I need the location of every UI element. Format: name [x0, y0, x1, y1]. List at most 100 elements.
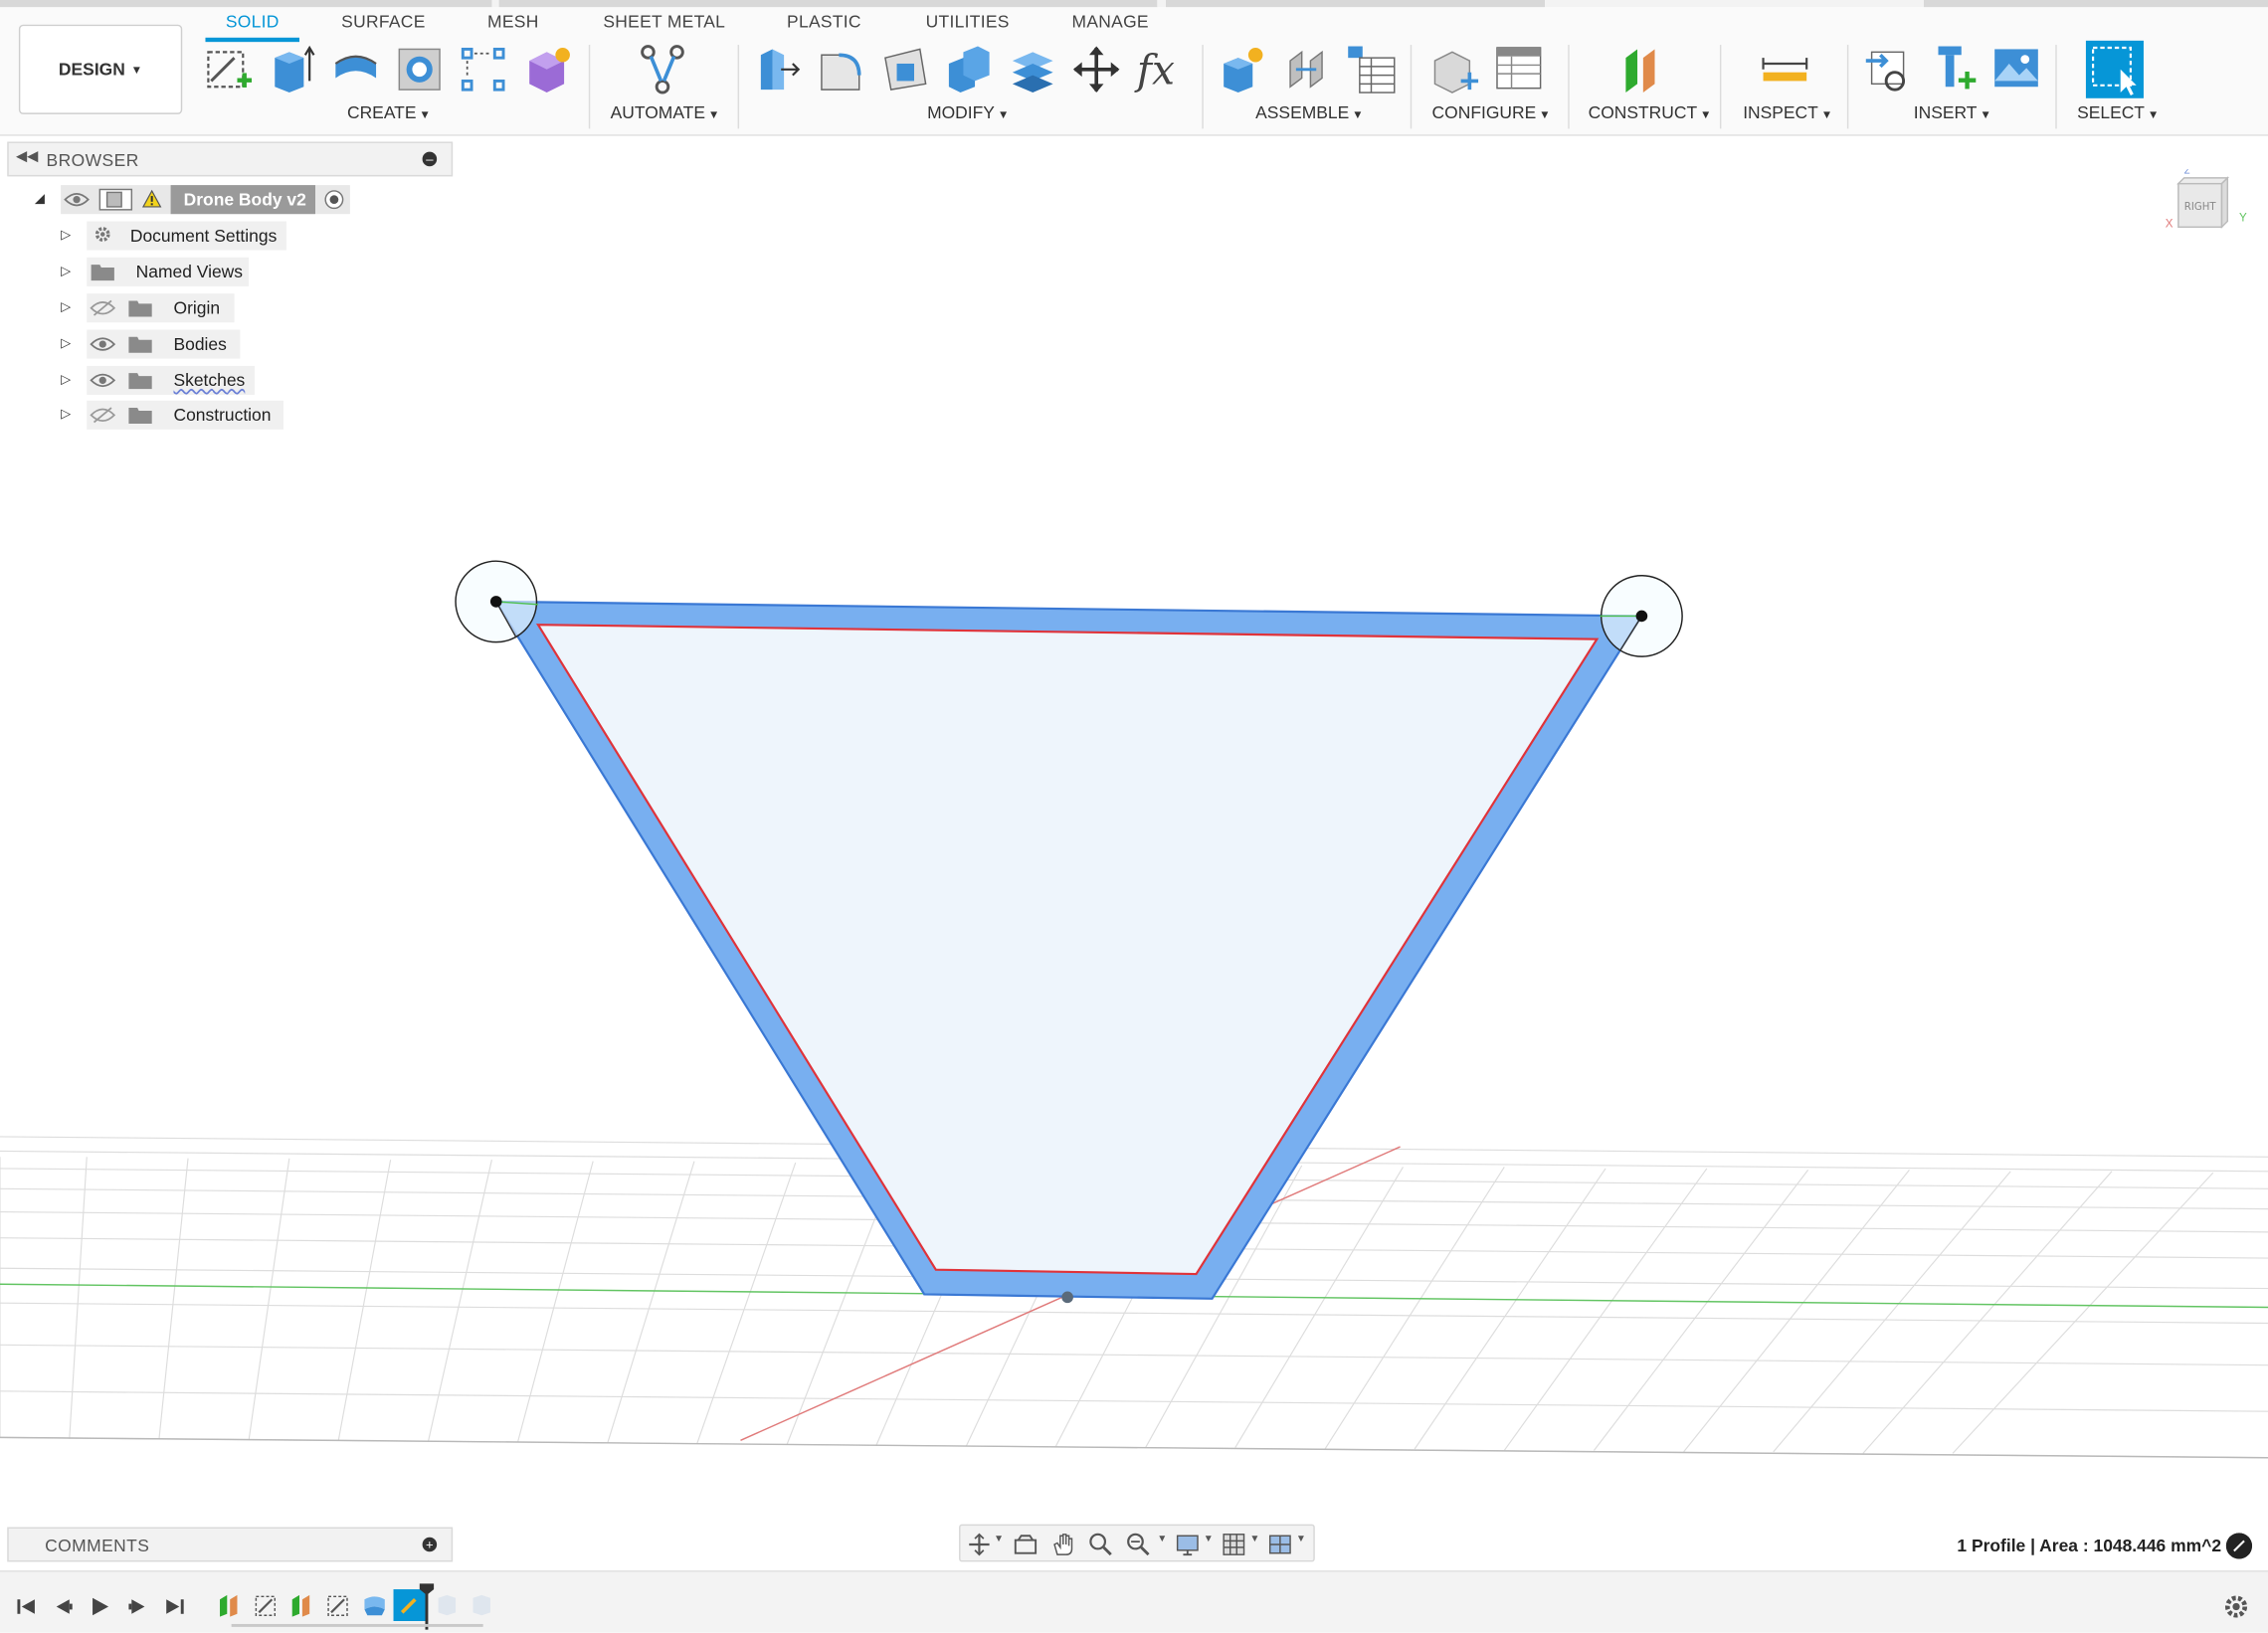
offset-face-icon[interactable] — [1007, 44, 1058, 95]
folder-icon — [128, 408, 152, 425]
tab-plastic[interactable]: PLASTIC — [787, 12, 861, 32]
timeline-marker[interactable] — [419, 1583, 435, 1630]
tab-surface[interactable]: SURFACE — [341, 12, 425, 32]
shell-icon[interactable] — [879, 44, 931, 95]
timeline-plane-feature-icon[interactable] — [289, 1592, 315, 1618]
create-form-icon[interactable] — [520, 44, 572, 95]
status-pen-icon[interactable] — [2225, 1533, 2253, 1559]
tab-manage[interactable]: MANAGE — [1071, 12, 1148, 32]
grid-snaps-icon[interactable] — [1221, 1532, 1246, 1557]
display-settings-icon[interactable] — [1175, 1532, 1201, 1557]
tab-solid[interactable]: SOLID — [205, 12, 300, 43]
create-sketch-icon[interactable] — [203, 44, 255, 95]
tab-sheet-metal[interactable]: SHEET METAL — [603, 12, 725, 32]
timeline-previous-icon[interactable] — [52, 1595, 75, 1618]
comments-panel-header[interactable]: COMMENTS + — [7, 1527, 454, 1562]
viewports-icon[interactable] — [1267, 1532, 1293, 1557]
select-icon[interactable] — [2085, 40, 2144, 98]
expand-icon[interactable]: ▷ — [61, 335, 71, 351]
timeline-disabled-feature-icon[interactable] — [469, 1592, 494, 1618]
insert-canvas-icon[interactable] — [1990, 44, 2042, 95]
workspace-design-button[interactable]: DESIGN ▼ — [18, 24, 183, 114]
expand-icon[interactable]: ▷ — [61, 299, 71, 315]
browser-item-sketches[interactable]: ▷ Sketches — [58, 365, 261, 395]
orbit-icon[interactable] — [966, 1532, 992, 1557]
measure-icon[interactable] — [1759, 44, 1810, 95]
tab-utilities[interactable]: UTILITIES — [926, 12, 1010, 32]
root-component-name[interactable]: Drone Body v2 — [184, 189, 306, 209]
browser-item-construction[interactable]: ▷ Construction — [58, 400, 289, 430]
insert-menu[interactable]: INSERT ▼ — [1914, 102, 1991, 122]
timeline-play-icon[interactable] — [89, 1595, 111, 1618]
expand-icon[interactable]: ▷ — [61, 264, 71, 279]
revolve-icon[interactable] — [330, 44, 382, 95]
viewcube[interactable]: RIGHT Z — [2175, 169, 2230, 230]
modify-menu[interactable]: MODIFY ▼ — [927, 102, 1009, 122]
3d-viewport[interactable] — [0, 134, 2268, 1527]
pattern-icon[interactable] — [457, 44, 508, 95]
configuration-table-icon[interactable] — [1493, 44, 1545, 95]
construct-menu[interactable]: CONSTRUCT ▼ — [1589, 102, 1712, 122]
timeline-next-icon[interactable] — [126, 1595, 149, 1618]
offset-plane-icon[interactable] — [1617, 44, 1669, 95]
timeline-sketch-feature-icon[interactable] — [253, 1592, 279, 1618]
new-component-icon[interactable] — [1218, 44, 1269, 95]
viewcube-y-label: Y — [2238, 211, 2247, 225]
browser-item-label: Document Settings — [129, 225, 278, 247]
expand-icon[interactable]: ▷ — [61, 227, 71, 243]
visibility-eye-icon[interactable] — [90, 335, 116, 352]
timeline-disabled-feature-icon[interactable] — [434, 1592, 460, 1618]
minimize-browser-icon[interactable]: – — [422, 151, 438, 167]
browser-panel-header[interactable]: ◀◀ BROWSER – — [7, 141, 454, 177]
bill-of-materials-icon[interactable] — [1345, 44, 1397, 95]
browser-item-named-views[interactable]: ▷ Named Views — [58, 257, 261, 286]
expand-icon[interactable]: ▷ — [61, 372, 71, 388]
create-menu[interactable]: CREATE ▼ — [347, 102, 431, 122]
inspect-menu[interactable]: INSPECT ▼ — [1743, 102, 1832, 122]
visibility-eye-icon[interactable] — [90, 372, 116, 389]
fit-zoom-icon[interactable] — [1125, 1532, 1151, 1557]
browser-root-row[interactable]: ◢ Drone Body v2 — [29, 185, 361, 215]
timeline-plane-feature-icon[interactable] — [217, 1592, 243, 1618]
timeline-sketch-feature-icon[interactable] — [325, 1592, 351, 1618]
activate-component-radio-icon[interactable] — [324, 189, 344, 210]
press-pull-icon[interactable] — [752, 44, 804, 95]
configure-menu[interactable]: CONFIGURE ▼ — [1432, 102, 1551, 122]
look-at-icon[interactable] — [1013, 1532, 1039, 1557]
fillet-icon[interactable] — [816, 44, 867, 95]
insert-mcmaster-icon[interactable] — [1927, 44, 1979, 95]
browser-item-origin[interactable]: ▷ Origin — [58, 293, 246, 323]
automate-menu[interactable]: AUTOMATE ▼ — [611, 102, 720, 122]
browser-item-bodies[interactable]: ▷ Bodies — [58, 329, 246, 359]
expand-icon[interactable]: ▷ — [61, 407, 71, 423]
timeline-settings-gear-icon[interactable] — [2223, 1593, 2249, 1619]
parameters-fx-icon[interactable]: fx — [1134, 44, 1186, 95]
tab-mesh[interactable]: MESH — [487, 12, 539, 32]
browser-item-document-settings[interactable]: ▷ Document Settings — [58, 221, 289, 251]
selection-status: 1 Profile | Area : 1048.446 mm^2 — [1957, 1536, 2222, 1556]
hole-icon[interactable] — [394, 44, 446, 95]
timeline-extrude-feature-icon[interactable] — [362, 1592, 388, 1618]
combine-icon[interactable] — [943, 44, 995, 95]
folder-icon — [128, 336, 152, 353]
collapse-browser-icon[interactable]: ◀◀ — [16, 149, 38, 165]
root-visibility-eye-icon[interactable] — [64, 191, 90, 208]
hidden-eye-icon[interactable] — [90, 299, 116, 316]
add-comment-icon[interactable]: + — [422, 1537, 438, 1552]
zoom-icon[interactable] — [1087, 1532, 1113, 1557]
insert-derive-icon[interactable] — [1863, 44, 1915, 95]
sketch-profile[interactable] — [493, 600, 1644, 1300]
joint-icon[interactable] — [1281, 44, 1333, 95]
hidden-eye-icon[interactable] — [90, 407, 116, 424]
move-copy-icon[interactable] — [1070, 44, 1122, 95]
automate-icon[interactable] — [637, 44, 688, 95]
pan-hand-icon[interactable] — [1050, 1532, 1076, 1557]
browser-item-label: Construction — [173, 405, 272, 426]
timeline-last-icon[interactable] — [163, 1595, 186, 1618]
timeline-first-icon[interactable] — [15, 1595, 38, 1618]
configure-icon[interactable] — [1429, 44, 1481, 95]
root-collapse-icon[interactable]: ◢ — [35, 191, 45, 207]
extrude-icon[interactable] — [267, 44, 318, 95]
select-menu[interactable]: SELECT ▼ — [2077, 102, 2159, 122]
assemble-menu[interactable]: ASSEMBLE ▼ — [1255, 102, 1364, 122]
